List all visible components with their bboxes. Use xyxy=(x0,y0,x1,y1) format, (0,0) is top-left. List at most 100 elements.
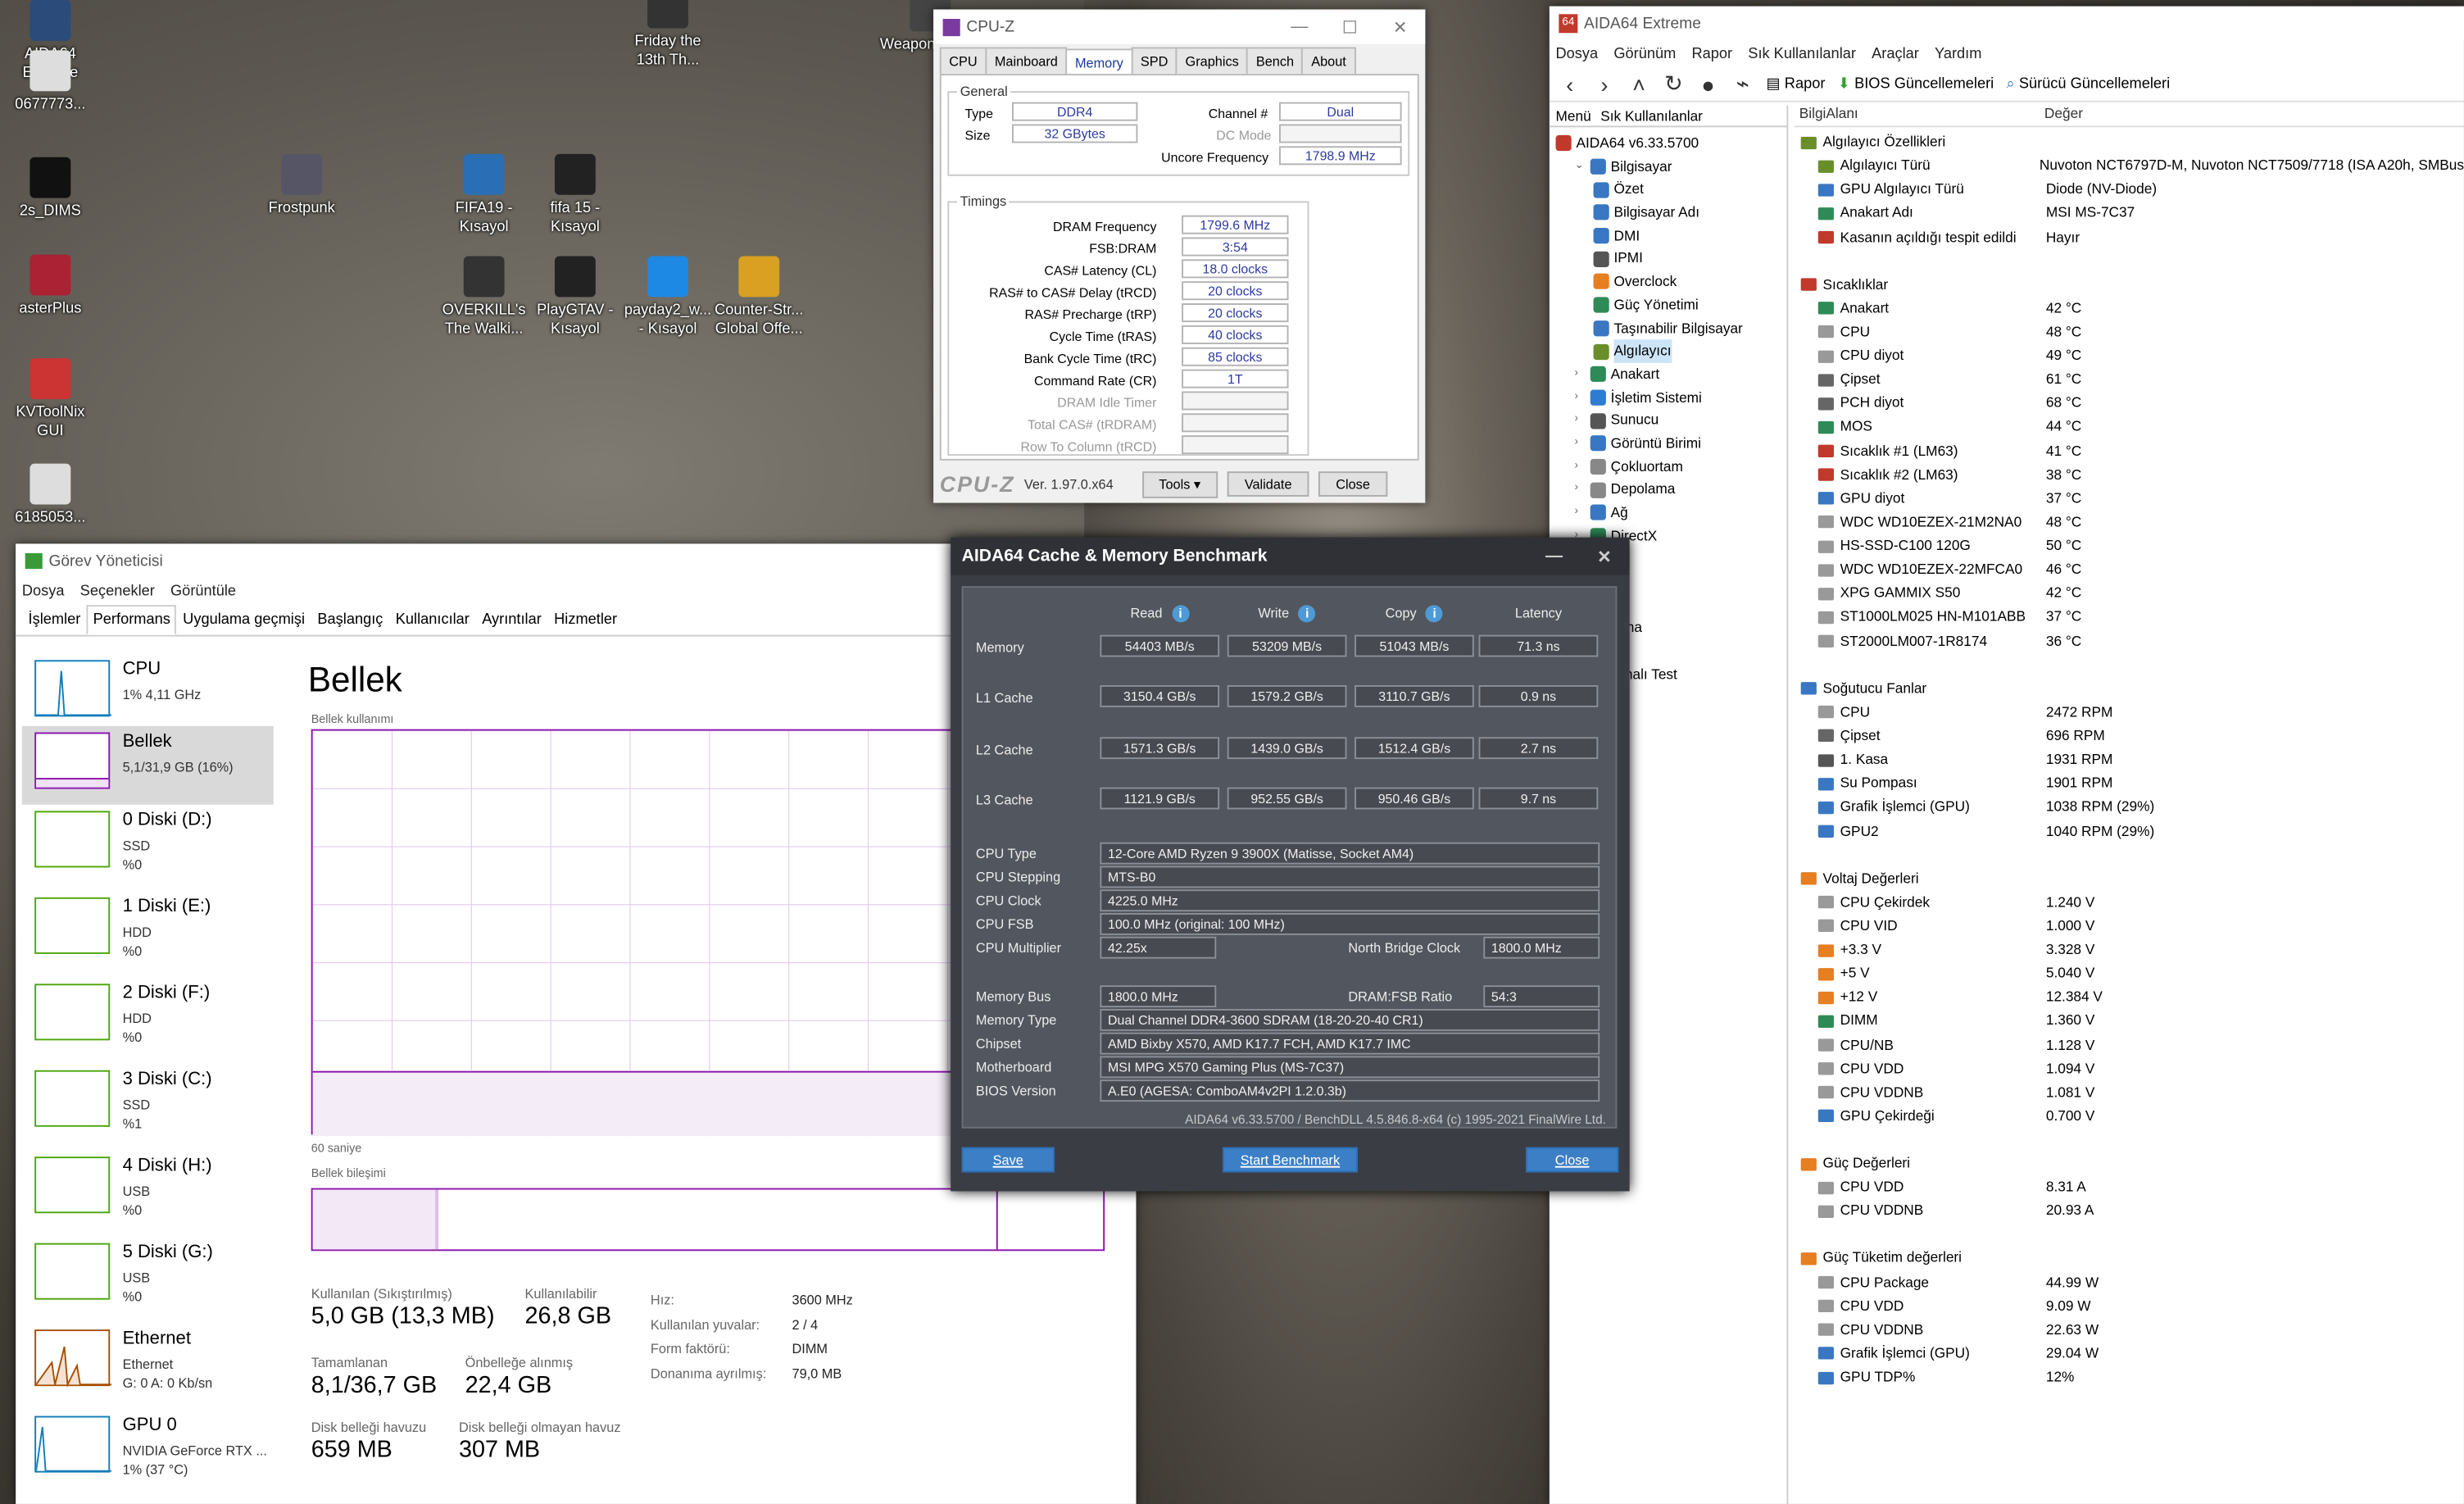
tab-4[interactable]: Kullanıcılar xyxy=(389,605,475,634)
cpuz-titlebar[interactable]: CPU-Z — ☐ ✕ xyxy=(933,9,1426,44)
bench-close-button[interactable]: Close xyxy=(1526,1147,1619,1173)
col-value[interactable]: Değer xyxy=(2040,105,2083,125)
info-icon[interactable]: i xyxy=(1298,605,1316,623)
tab-0[interactable]: İşlemler xyxy=(22,605,87,634)
tab-memory[interactable]: Memory xyxy=(1065,48,1133,76)
benchmark-titlebar[interactable]: AIDA64 Cache & Memory Benchmark — ✕ xyxy=(951,537,1630,575)
tree-item[interactable]: › Anakart xyxy=(1550,363,1787,386)
tab-about[interactable]: About xyxy=(1301,47,1356,75)
desktop-icon[interactable]: 2s_DIMS xyxy=(0,157,101,222)
cpuz-close-button[interactable]: Close xyxy=(1318,471,1387,497)
tree-item[interactable]: › Sunucu xyxy=(1550,409,1787,432)
tree-item[interactable]: DMI xyxy=(1550,225,1787,248)
perf-item[interactable]: Bellek 5,1/31,9 GB (16%) xyxy=(21,725,274,805)
desktop-icon[interactable]: OVERKILL's The Walki... xyxy=(433,256,534,340)
menu-item[interactable]: Görüntüle xyxy=(170,583,236,600)
perf-item[interactable]: CPU 1% 4,11 GHz xyxy=(22,654,274,733)
tree-item[interactable]: Özet xyxy=(1550,178,1787,201)
save-button[interactable]: Save xyxy=(961,1147,1055,1173)
perf-item[interactable]: 0 Diski (D:) SSD %0 xyxy=(22,805,274,884)
tab-graphics[interactable]: Graphics xyxy=(1176,47,1249,75)
menu-item[interactable]: Görünüm xyxy=(1613,46,1676,63)
tree-item[interactable]: AIDA64 v6.33.5700 xyxy=(1550,132,1787,155)
desktop-icon[interactable]: PlayGTAV - Kısayol xyxy=(525,256,626,340)
validate-button[interactable]: Validate xyxy=(1227,471,1309,497)
minimize-icon[interactable]: — xyxy=(1274,17,1324,36)
desktop-icon[interactable]: asterPlus xyxy=(0,254,101,320)
maximize-icon[interactable]: ☐ xyxy=(1325,16,1375,37)
up-icon[interactable]: ˄ xyxy=(1628,71,1650,97)
chevron-down-icon[interactable]: ⌄ xyxy=(1575,155,1590,178)
menu-item[interactable]: Rapor xyxy=(1691,46,1732,63)
back-icon[interactable]: ‹ xyxy=(1559,71,1581,97)
tree-item[interactable]: › Ağ xyxy=(1550,502,1787,525)
desktop-icon[interactable]: payday2_w... - Kısayol xyxy=(618,256,719,340)
col-field[interactable]: BilgiAlanı xyxy=(1795,105,2040,125)
info-icon[interactable]: i xyxy=(1426,605,1444,623)
tab-3[interactable]: Başlangıç xyxy=(311,605,389,634)
perf-item[interactable]: Ethernet Ethernet G: 0 A: 0 Kb/sn xyxy=(22,1323,274,1402)
perf-item[interactable]: 1 Diski (E:) HDD %0 xyxy=(22,891,274,970)
tab-favorites[interactable]: Sık Kullanılanlar xyxy=(1600,108,1703,124)
tree-item[interactable]: › Depolama xyxy=(1550,478,1787,501)
tab-spd[interactable]: SPD xyxy=(1131,47,1178,75)
bios-update-button[interactable]: ⬇ BIOS Güncellemeleri xyxy=(1838,75,1994,93)
tree-item[interactable]: IPMI xyxy=(1550,248,1787,270)
menu-item[interactable]: Sık Kullanılanlar xyxy=(1748,46,1856,63)
tree-item[interactable]: Güç Yönetimi xyxy=(1550,293,1787,316)
driver-update-button[interactable]: ⌕ Sürücü Güncellemeleri xyxy=(2007,75,2171,93)
desktop-icon[interactable]: Frostpunk xyxy=(252,153,352,219)
chart-icon[interactable]: ⌁ xyxy=(1731,70,1754,98)
tree-item[interactable]: › İşletim Sistemi xyxy=(1550,386,1787,409)
tab-2[interactable]: Uygulama geçmişi xyxy=(177,605,311,634)
info-icon[interactable]: i xyxy=(1171,605,1190,623)
tab-bench[interactable]: Bench xyxy=(1246,47,1304,75)
tab-1[interactable]: Performans xyxy=(86,605,177,635)
close-icon[interactable]: ✕ xyxy=(1375,16,1425,37)
tree-item[interactable]: ⌄ Bilgisayar xyxy=(1550,155,1787,178)
report-button[interactable]: ▤ Rapor xyxy=(1766,75,1825,93)
perf-item[interactable]: 3 Diski (C:) SSD %1 xyxy=(22,1064,274,1143)
tree-item[interactable]: › Görüntü Birimi xyxy=(1550,432,1787,455)
tab-6[interactable]: Hizmetler xyxy=(547,605,623,634)
perf-item[interactable]: 4 Diski (H:) USB %0 xyxy=(22,1151,274,1229)
chevron-right-icon[interactable]: › xyxy=(1575,478,1590,501)
desktop-icon[interactable]: Friday the 13th Th... xyxy=(618,0,719,70)
menu-item[interactable]: Yardım xyxy=(1935,46,1981,63)
desktop-icon[interactable]: 6185053... xyxy=(0,463,101,529)
tab-5[interactable]: Ayrıntılar xyxy=(476,605,548,634)
desktop-icon[interactable]: 0677773... xyxy=(0,50,101,115)
menu-item[interactable]: Seçenekler xyxy=(80,583,155,600)
desktop-icon[interactable]: fifa 15 - Kısayol xyxy=(525,153,626,238)
chevron-right-icon[interactable]: › xyxy=(1575,409,1590,432)
user-icon[interactable]: ● xyxy=(1697,71,1719,97)
menu-item[interactable]: Dosya xyxy=(1556,46,1599,63)
menu-item[interactable]: Araçlar xyxy=(1872,46,1919,63)
chevron-right-icon[interactable]: › xyxy=(1575,363,1590,386)
minimize-icon[interactable]: — xyxy=(1529,547,1579,566)
desktop-icon[interactable]: KVToolNix GUI xyxy=(0,358,101,442)
tree-item[interactable]: Bilgisayar Adı xyxy=(1550,202,1787,225)
tree-item[interactable]: Taşınabilir Bilgisayar xyxy=(1550,316,1787,339)
forward-icon[interactable]: › xyxy=(1594,71,1616,97)
perf-item[interactable]: 5 Diski (G:) USB %0 xyxy=(22,1237,274,1315)
tab-mainboard[interactable]: Mainboard xyxy=(985,47,1068,75)
menu-item[interactable]: Dosya xyxy=(22,583,65,600)
perf-item[interactable]: 2 Diski (F:) HDD %0 xyxy=(22,978,274,1056)
perf-item[interactable]: GPU 0 NVIDIA GeForce RTX ... 1% (37 °C) xyxy=(22,1410,274,1488)
desktop-icon[interactable]: Counter-Str... Global Offe... xyxy=(709,256,810,340)
tab-menu[interactable]: Menü xyxy=(1556,108,1591,124)
desktop-icon[interactable]: FIFA19 - Kısayol xyxy=(433,153,534,238)
start-benchmark-button[interactable]: Start Benchmark xyxy=(1222,1147,1358,1173)
tab-cpu[interactable]: CPU xyxy=(939,47,987,75)
chevron-right-icon[interactable]: › xyxy=(1575,455,1590,478)
tools-button[interactable]: Tools ▾ xyxy=(1141,470,1218,498)
tree-item[interactable]: Algılayıcı xyxy=(1550,339,1787,363)
refresh-icon[interactable]: ↻ xyxy=(1663,70,1685,98)
chevron-right-icon[interactable]: › xyxy=(1575,386,1590,409)
tree-item[interactable]: Overclock xyxy=(1550,270,1787,293)
close-icon[interactable]: ✕ xyxy=(1579,546,1629,566)
chevron-right-icon[interactable]: › xyxy=(1575,432,1590,455)
chevron-right-icon[interactable]: › xyxy=(1575,502,1590,525)
tree-item[interactable]: › Çokluortam xyxy=(1550,455,1787,478)
